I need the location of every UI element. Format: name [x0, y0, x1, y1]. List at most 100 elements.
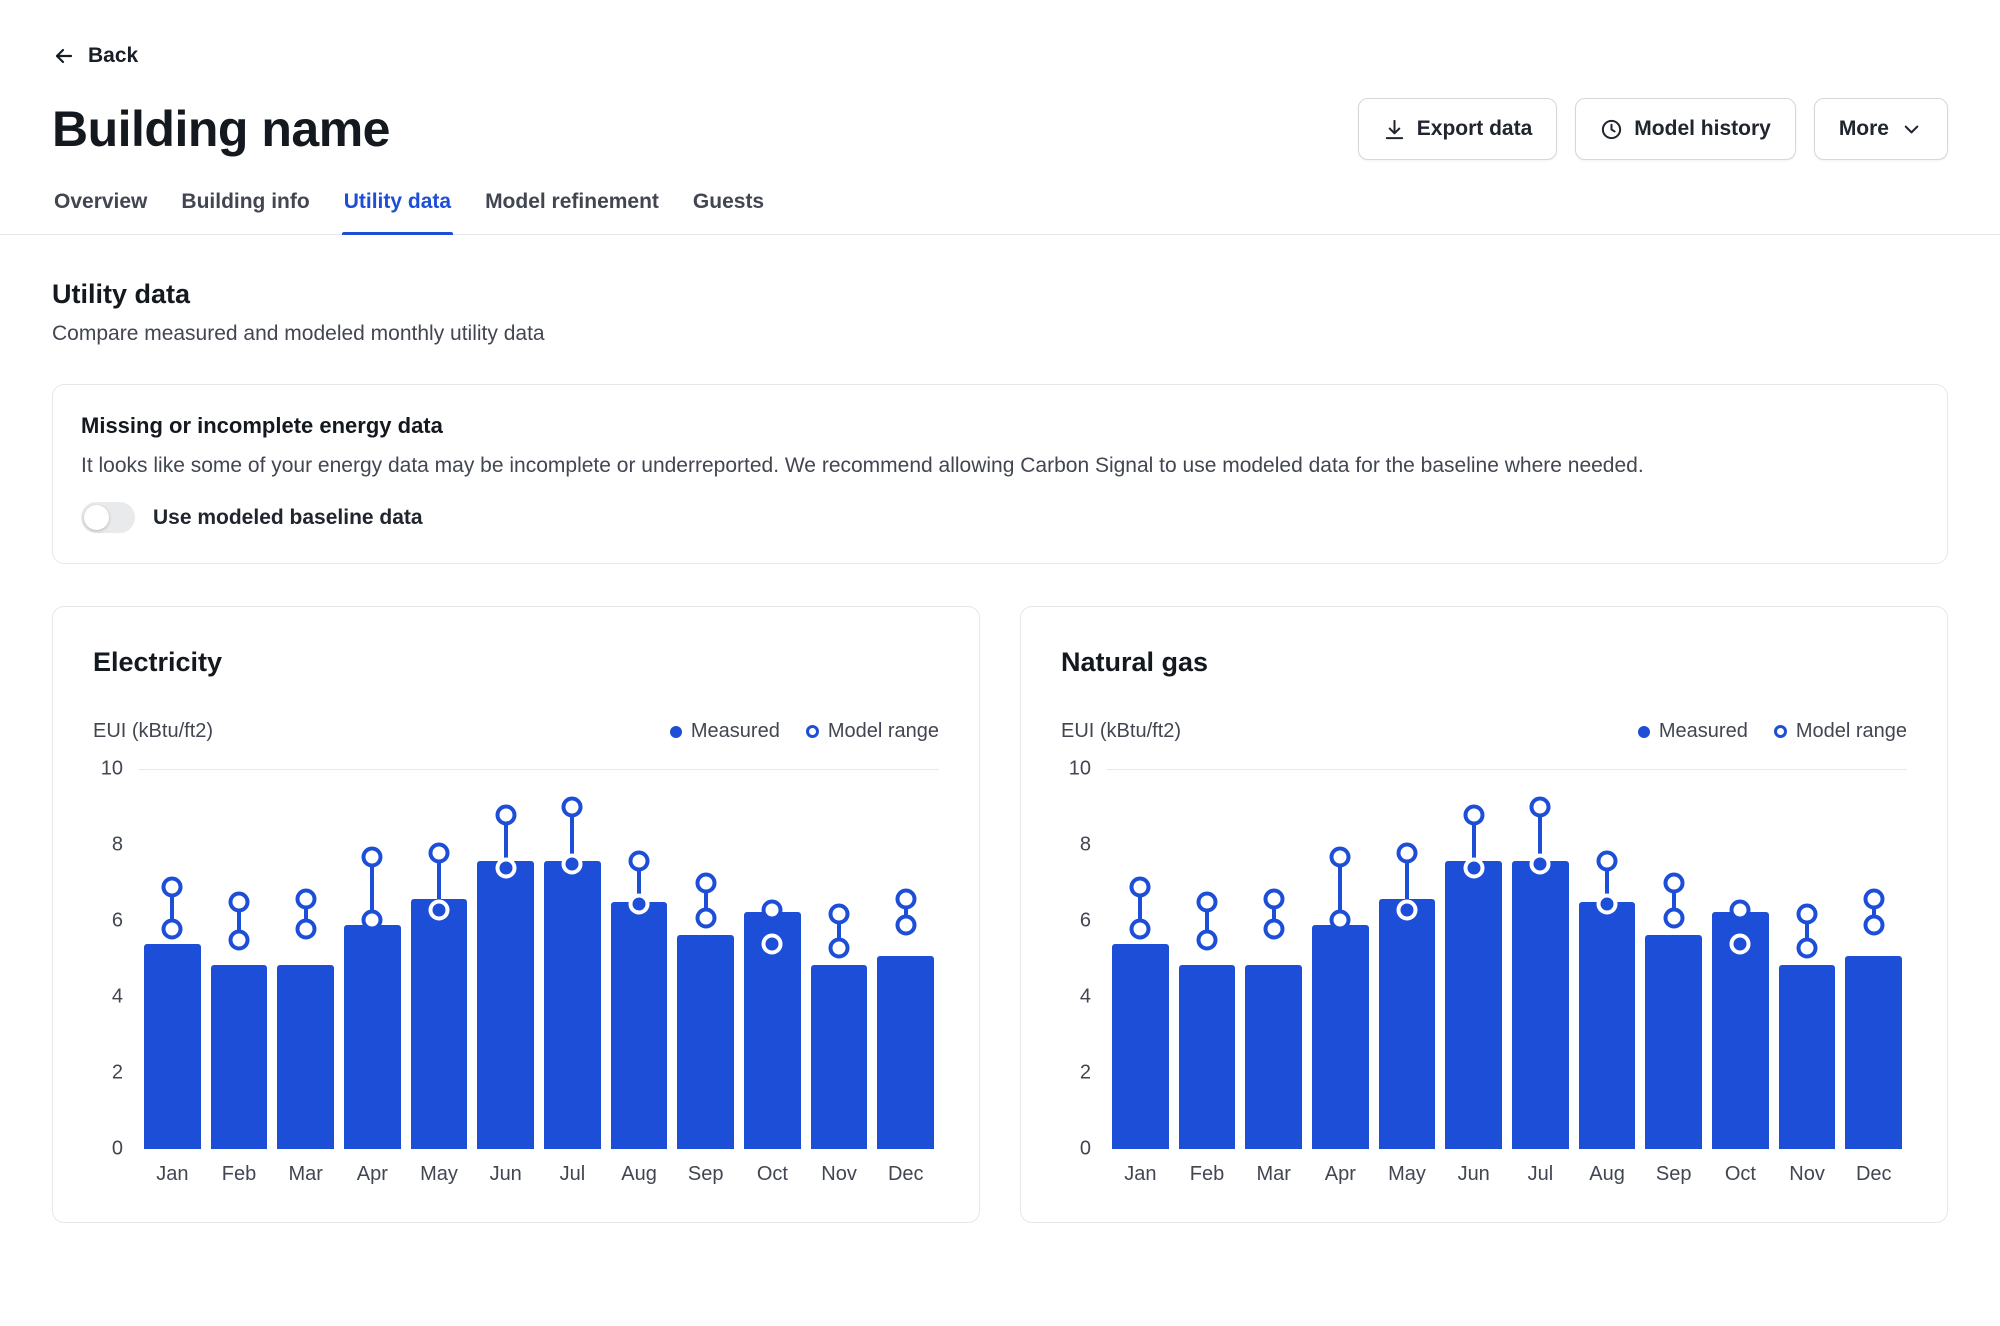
bar-group-sep [1640, 769, 1707, 1149]
model-range-marker [229, 930, 250, 951]
bar-group-jul [1507, 769, 1574, 1149]
tab-utility-data[interactable]: Utility data [342, 190, 453, 234]
bar-group-nov [1774, 769, 1841, 1149]
x-axis: JanFebMarAprMayJunJulAugSepOctNovDec [1107, 1163, 1907, 1186]
model-range-marker [162, 877, 183, 898]
model-range-marker [1130, 877, 1151, 898]
model-range-marker [1263, 888, 1284, 909]
chart-head: EUI (kBtu/ft2) Measured Model range [1061, 720, 1907, 743]
missing-data-alert-card: Missing or incomplete energy data It loo… [52, 384, 1948, 564]
model-range-marker [1397, 900, 1418, 921]
model-range-marker [162, 919, 183, 940]
y-tick-label: 2 [112, 1062, 123, 1085]
natural-gas-chart-card: Natural gas EUI (kBtu/ft2) Measured Mode… [1020, 606, 1948, 1223]
measured-bar [1779, 965, 1836, 1149]
charts-row: Electricity EUI (kBtu/ft2) Measured Mode… [52, 606, 1948, 1259]
x-tick-label: Jun [1440, 1163, 1507, 1186]
export-data-label: Export data [1417, 117, 1533, 141]
chart-title: Natural gas [1061, 647, 1907, 678]
y-tick-label: 0 [112, 1138, 123, 1161]
tab-overview[interactable]: Overview [52, 190, 149, 234]
measured-bar [811, 965, 868, 1149]
bar-group-dec [872, 769, 939, 1149]
legend-model-range-label: Model range [1796, 720, 1907, 743]
x-tick-label: Aug [606, 1163, 673, 1186]
model-history-button[interactable]: Model history [1575, 98, 1796, 160]
chart-head: EUI (kBtu/ft2) Measured Model range [93, 720, 939, 743]
tab-model-refinement[interactable]: Model refinement [483, 190, 661, 234]
bar-group-jun [472, 769, 539, 1149]
model-range-marker [1130, 919, 1151, 940]
page-header: Back Building name Export data Model his… [0, 0, 2000, 160]
x-tick-label: Jan [139, 1163, 206, 1186]
bar-group-aug [606, 769, 673, 1149]
model-range-marker [762, 900, 783, 921]
bar-group-oct [1707, 769, 1774, 1149]
model-range-marker [1663, 907, 1684, 928]
model-range-marker [829, 938, 850, 959]
back-button[interactable]: Back [52, 44, 138, 68]
toggle-label: Use modeled baseline data [153, 506, 423, 530]
x-tick-label: Nov [806, 1163, 873, 1186]
y-tick-label: 10 [1069, 758, 1091, 781]
model-range-marker [695, 873, 716, 894]
x-tick-label: Jul [539, 1163, 606, 1186]
y-tick-label: 0 [1080, 1138, 1091, 1161]
measured-bar [544, 861, 601, 1150]
bar-group-nov [806, 769, 873, 1149]
export-data-button[interactable]: Export data [1358, 98, 1558, 160]
tab-guests[interactable]: Guests [691, 190, 766, 234]
use-modeled-baseline-toggle[interactable] [81, 502, 135, 533]
model-range-marker [229, 892, 250, 913]
model-range-marker [1330, 909, 1351, 930]
measured-bar [277, 965, 334, 1149]
x-tick-label: Mar [272, 1163, 339, 1186]
model-range-marker [562, 797, 583, 818]
bar-group-sep [672, 769, 739, 1149]
bar-group-jun [1440, 769, 1507, 1149]
model-range-marker [362, 846, 383, 867]
model-range-marker [1597, 850, 1618, 871]
model-range-marker [762, 934, 783, 955]
bar-group-jan [1107, 769, 1174, 1149]
model-range-marker [1263, 919, 1284, 940]
y-tick-label: 10 [101, 758, 123, 781]
section-title: Utility data [52, 279, 1948, 310]
measured-bar [477, 861, 534, 1150]
bar-group-jul [539, 769, 606, 1149]
legend-model-range-label: Model range [828, 720, 939, 743]
x-tick-label: Sep [1640, 1163, 1707, 1186]
model-range-marker [562, 854, 583, 875]
measured-bar [1112, 944, 1169, 1149]
measured-bar [1179, 965, 1236, 1149]
toggle-knob [84, 505, 109, 530]
model-range-marker [495, 858, 516, 879]
model-range-marker [1597, 894, 1618, 915]
model-range-marker [629, 850, 650, 871]
tab-building-info[interactable]: Building info [179, 190, 311, 234]
measured-bar [344, 925, 401, 1149]
model-range-marker [829, 903, 850, 924]
model-range-marker [895, 888, 916, 909]
section-subtitle: Compare measured and modeled monthly uti… [52, 322, 1948, 346]
x-tick-label: Oct [1707, 1163, 1774, 1186]
chart-body: 0246810 [93, 769, 939, 1149]
legend-item-measured: Measured [670, 720, 780, 743]
model-range-marker [1397, 843, 1418, 864]
bar-group-oct [739, 769, 806, 1149]
chevron-down-icon [1900, 118, 1923, 141]
more-button[interactable]: More [1814, 98, 1948, 160]
chart-title: Electricity [93, 647, 939, 678]
y-tick-label: 8 [1080, 834, 1091, 857]
model-range-marker [1797, 938, 1818, 959]
model-range-marker [1730, 934, 1751, 955]
chart-legend: Measured Model range [1638, 720, 1907, 743]
model-history-label: Model history [1634, 117, 1771, 141]
y-tick-label: 2 [1080, 1062, 1091, 1085]
measured-bar [611, 902, 668, 1149]
header-actions: Export data Model history More [1358, 98, 1948, 160]
measured-bar [1445, 861, 1502, 1150]
model-range-marker [1730, 900, 1751, 921]
model-range-marker [895, 915, 916, 936]
bar-group-feb [1174, 769, 1241, 1149]
